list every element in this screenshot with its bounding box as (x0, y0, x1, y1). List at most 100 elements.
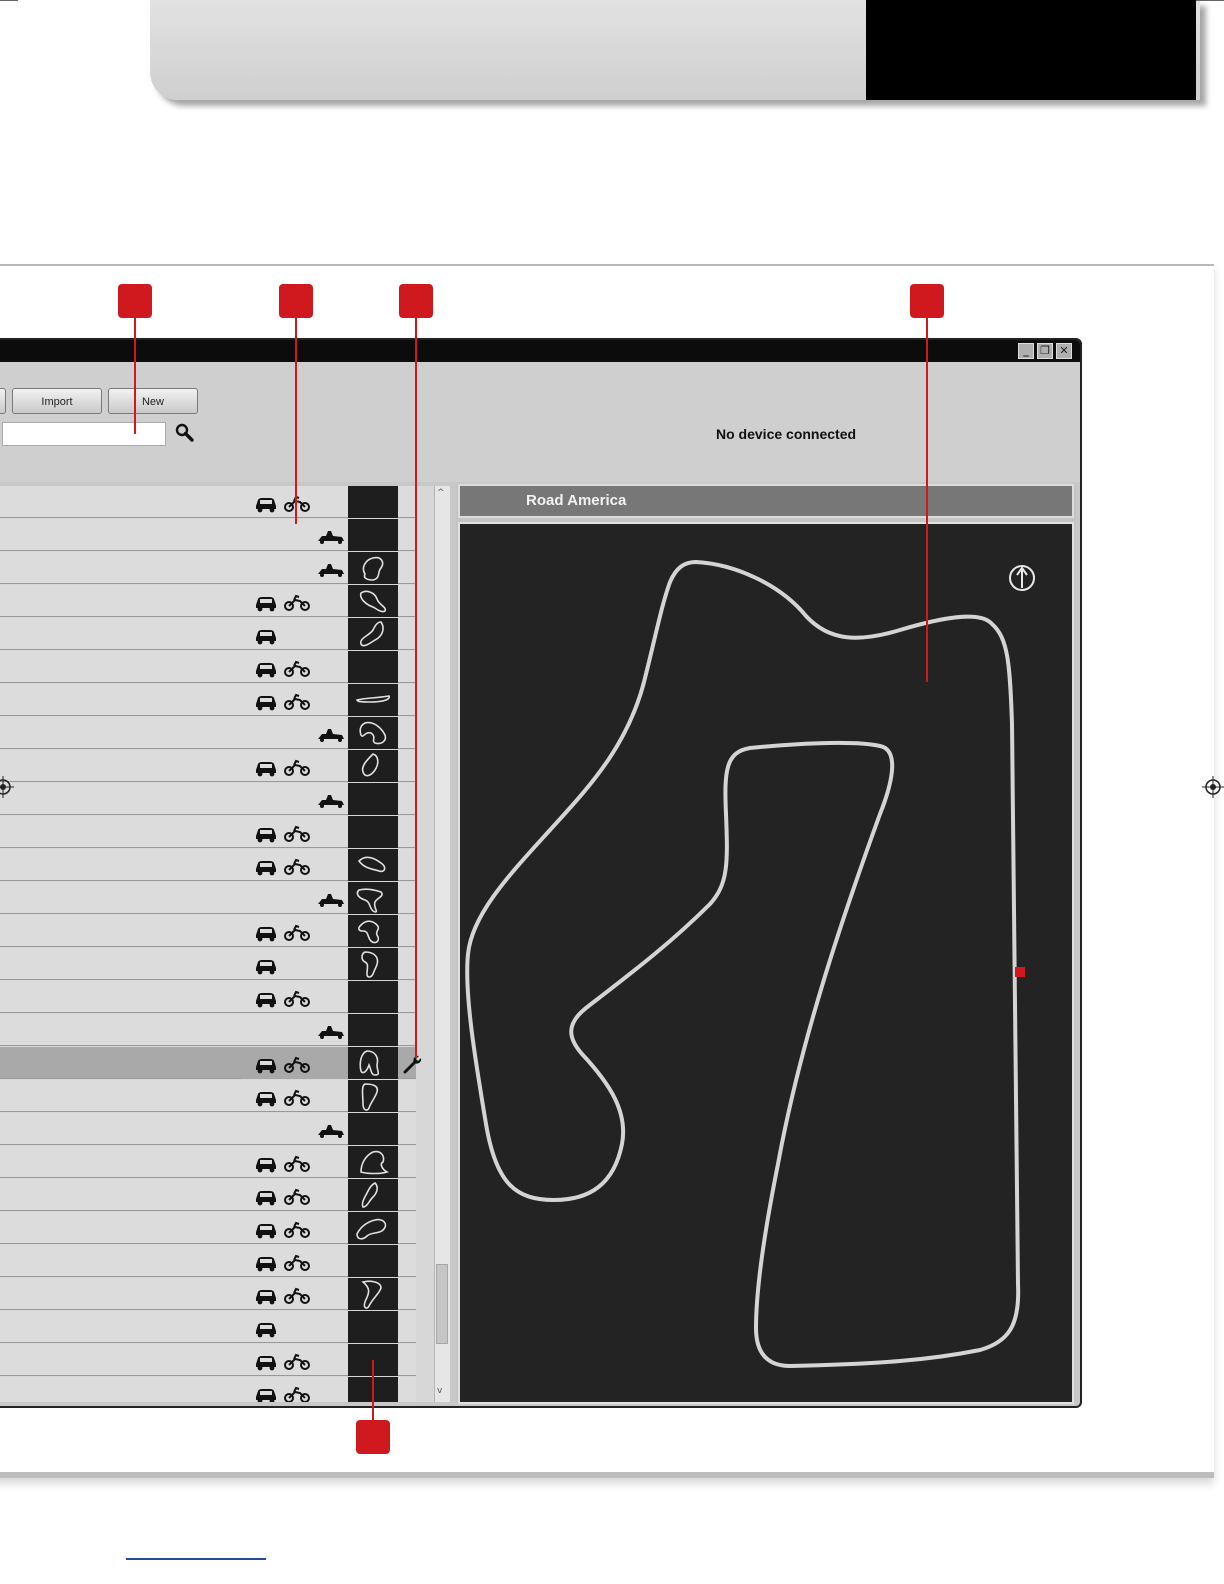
track-thumbnail (348, 1113, 398, 1145)
kart-icon (318, 531, 344, 544)
track-thumbnail-outline (360, 1150, 390, 1175)
track-thumbnail (348, 1179, 398, 1211)
track-row[interactable] (0, 1212, 416, 1244)
track-thumbnail (348, 1146, 398, 1178)
track-row[interactable] (0, 684, 416, 716)
track-thumbnail (348, 1245, 398, 1277)
close-button[interactable]: ✕ (1056, 343, 1072, 359)
track-row[interactable] (0, 948, 416, 980)
track-thumbnail (348, 684, 398, 716)
track-row[interactable] (0, 1377, 416, 1402)
car-icon (256, 696, 276, 711)
track-thumbnail (348, 1278, 398, 1310)
track-thumbnail-outline (359, 590, 387, 613)
track-row[interactable] (0, 783, 416, 815)
car-icon (256, 861, 276, 876)
track-row[interactable] (0, 1311, 416, 1343)
track-row[interactable] (0, 1047, 422, 1079)
car-icon (256, 762, 276, 777)
track-row[interactable] (0, 1278, 416, 1310)
track-thumbnail (348, 816, 398, 848)
track-thumbnail-outline (361, 1280, 382, 1309)
car-icon (256, 1257, 276, 1272)
header-rule-right (1196, 0, 1224, 1)
new-button[interactable]: New (108, 388, 198, 414)
track-row[interactable] (0, 1113, 416, 1145)
car-icon (256, 498, 276, 513)
track-thumbnail (348, 651, 398, 683)
track-thumbnail-outline (359, 721, 387, 745)
callout-vehicle-type (279, 284, 313, 318)
import-button[interactable]: Import (12, 388, 102, 414)
track-row[interactable] (0, 1179, 416, 1211)
track-map[interactable] (458, 522, 1074, 1404)
track-row[interactable] (0, 618, 416, 650)
motorcycle-icon (284, 660, 310, 677)
kart-icon (318, 564, 344, 577)
track-row[interactable] (0, 1344, 416, 1376)
track-row[interactable] (0, 816, 416, 848)
track-row[interactable] (0, 486, 416, 518)
track-row[interactable] (0, 651, 416, 683)
track-row[interactable] (0, 915, 416, 947)
page-header-tab (866, 0, 1196, 100)
track-thumbnail (348, 981, 398, 1013)
footer-link-underline (126, 1558, 266, 1560)
track-row[interactable] (0, 750, 416, 782)
registration-mark-icon (0, 776, 14, 798)
callout-track-thumbnail-leader (372, 1360, 374, 1420)
compass-north-icon (1009, 565, 1035, 591)
track-thumbnail-outline (357, 856, 386, 873)
callout-search (118, 284, 152, 318)
motorcycle-icon (284, 594, 310, 611)
motorcycle-icon (284, 1386, 310, 1402)
scroll-up-arrow-icon[interactable]: ^ (437, 488, 445, 498)
track-thumbnail (348, 948, 398, 980)
scrollbar-thumb[interactable] (436, 1264, 448, 1344)
track-thumbnail-outline (361, 1083, 379, 1111)
track-row[interactable] (0, 849, 416, 881)
scroll-down-arrow-icon[interactable]: v (437, 1386, 442, 1396)
motorcycle-icon (284, 759, 310, 776)
track-row[interactable] (0, 981, 416, 1013)
toolbar-button-partial[interactable] (0, 388, 6, 414)
motorcycle-icon (284, 1155, 310, 1172)
track-row[interactable] (0, 519, 416, 551)
track-thumbnail-outline (356, 888, 383, 913)
track-row[interactable] (0, 1245, 416, 1277)
wrench-icon[interactable] (402, 1053, 424, 1075)
minimize-button[interactable]: _ (1018, 343, 1034, 359)
track-thumbnail (348, 882, 398, 914)
callout-edit (399, 284, 433, 318)
track-thumbnail (348, 783, 398, 815)
track-row[interactable] (0, 717, 416, 749)
track-thumbnail (348, 849, 398, 881)
motorcycle-icon (284, 495, 310, 512)
motorcycle-icon (284, 858, 310, 875)
track-row[interactable] (0, 1014, 416, 1046)
track-thumbnail (348, 552, 398, 584)
callout-search-leader (134, 318, 136, 434)
restore-button[interactable]: ❐ (1037, 343, 1053, 359)
car-icon (256, 1290, 276, 1305)
track-row[interactable] (0, 552, 416, 584)
motorcycle-icon (284, 990, 310, 1007)
track-thumbnail (348, 486, 398, 518)
callout-track-map-leader (926, 318, 928, 682)
track-name-header: Road America (458, 484, 1074, 518)
track-row[interactable] (0, 882, 416, 914)
track-row[interactable] (0, 1080, 416, 1112)
car-icon (256, 1356, 276, 1371)
track-row[interactable] (0, 1146, 416, 1178)
search-icon[interactable] (174, 422, 196, 444)
track-thumbnail-outline (359, 621, 384, 647)
track-thumbnail-outline (361, 951, 379, 978)
kart-icon (318, 1125, 344, 1138)
track-row[interactable] (0, 585, 416, 617)
car-icon (256, 1092, 276, 1107)
search-input[interactable] (2, 422, 166, 446)
track-list (0, 486, 434, 1402)
kart-icon (318, 894, 344, 907)
car-icon (256, 1059, 276, 1074)
motorcycle-icon (284, 825, 310, 842)
